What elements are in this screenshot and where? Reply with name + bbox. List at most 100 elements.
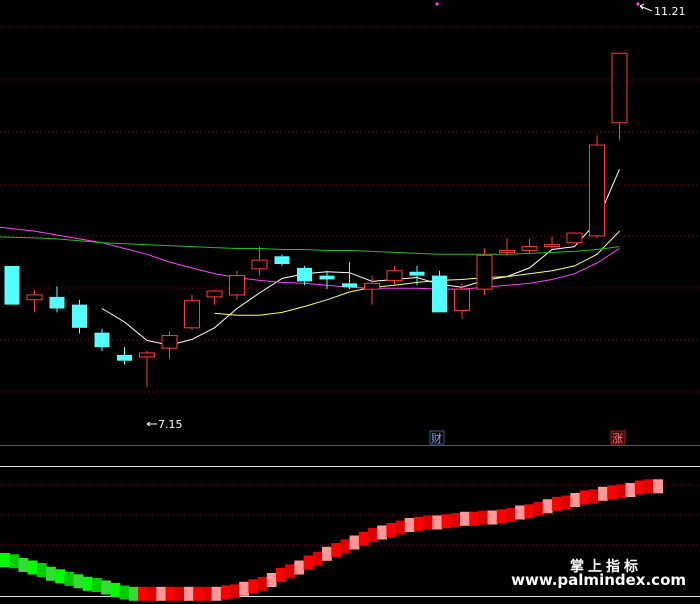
indicator-bar	[46, 566, 56, 581]
candle-body	[544, 244, 560, 248]
indicator-bar	[588, 489, 599, 504]
candle	[319, 270, 335, 290]
indicator-bar	[349, 535, 360, 550]
indicator-bar	[653, 479, 663, 494]
candle-body	[454, 288, 470, 311]
indicator-bar	[625, 483, 636, 497]
candle	[49, 286, 65, 313]
low-price-label: 7.15	[158, 418, 183, 431]
indicator-bar	[294, 560, 305, 575]
indicator-bar	[644, 479, 654, 494]
indicator-bar	[156, 586, 167, 601]
candle	[251, 246, 268, 276]
indicator-bar	[55, 569, 65, 584]
candle	[139, 351, 155, 387]
candle-body	[117, 354, 132, 361]
indicator-bar	[193, 586, 203, 601]
indicator-bar	[515, 505, 525, 520]
indicator-bar	[634, 480, 645, 495]
ma-line-ma5	[101, 169, 620, 346]
indicator-bar	[128, 586, 139, 601]
indicator-bar	[377, 525, 387, 540]
indicator-bar	[257, 576, 268, 591]
candle-body	[364, 282, 380, 290]
candle	[206, 290, 223, 305]
indicator-bar	[570, 493, 581, 507]
candle-body	[4, 265, 20, 305]
indicator-bar	[607, 485, 617, 500]
indicator-bar	[542, 499, 553, 514]
candle	[589, 135, 605, 238]
candle	[364, 275, 380, 305]
indicator-bar	[27, 560, 38, 575]
candle-body	[476, 254, 493, 290]
candle-body	[297, 267, 312, 282]
indicator-bar	[285, 564, 295, 579]
candle-body	[139, 352, 155, 358]
candle	[499, 237, 515, 257]
indicator-bar	[561, 495, 571, 510]
candle-body	[611, 52, 628, 124]
indicator-bar	[579, 490, 590, 505]
indicator-bar	[119, 585, 130, 600]
indicator-bar	[0, 553, 10, 567]
candle	[476, 248, 493, 295]
indicator-bar	[395, 520, 406, 535]
indicator-bar	[340, 539, 351, 554]
candle	[184, 294, 200, 330]
candle	[117, 347, 132, 365]
indicator-bar	[331, 543, 341, 557]
high-arrow-icon	[639, 3, 653, 12]
candle-body	[386, 270, 403, 281]
indicator-bar	[506, 508, 516, 522]
indicator-bar	[533, 501, 544, 516]
indicator-bar	[423, 515, 433, 530]
indicator-bar	[239, 581, 249, 596]
event-badge-label: 涨	[612, 432, 623, 445]
indicator-bar	[478, 510, 489, 525]
candle	[611, 52, 628, 141]
indicator-bar	[184, 586, 194, 601]
indicator-bar	[368, 528, 378, 542]
indicator-bar	[266, 573, 277, 587]
indicator-bar	[138, 586, 148, 601]
low-arrow-icon	[146, 421, 157, 427]
candle-body	[184, 300, 200, 329]
candle-body	[72, 304, 87, 328]
indicator-bar	[174, 586, 185, 601]
watermark-url: www.palmindex.com	[511, 571, 686, 589]
candle	[94, 328, 110, 352]
indicator-bar	[358, 531, 369, 546]
candle-body	[94, 332, 110, 348]
candle-body	[274, 256, 290, 264]
indicator-bar	[248, 579, 259, 594]
candle	[566, 232, 583, 244]
candle-body	[206, 290, 223, 298]
indicator-bar	[322, 546, 332, 561]
indicator-bar	[276, 568, 286, 582]
candle	[386, 265, 403, 286]
candle-body	[251, 259, 268, 270]
candle-body	[161, 335, 178, 349]
candle-body	[566, 232, 583, 244]
candle	[544, 236, 560, 249]
indicator-bar	[202, 586, 213, 601]
indicator-bar	[404, 518, 415, 532]
indicator-bar	[460, 511, 470, 526]
indicator-bar	[524, 504, 535, 519]
candle	[26, 290, 43, 313]
ma-line-ma60	[0, 236, 620, 255]
candle	[297, 265, 312, 286]
indicator-bar	[552, 496, 562, 511]
indicator-bar	[616, 484, 627, 499]
moving-average-lines	[0, 169, 620, 346]
indicator-bar	[312, 551, 323, 566]
indicator-bar	[496, 509, 507, 524]
indicator-bar	[73, 574, 84, 589]
candle-body	[26, 294, 43, 301]
indicator-bar	[432, 515, 443, 530]
indicator-bar	[165, 586, 176, 601]
indicator-bar	[110, 583, 121, 597]
indicator-bar	[441, 514, 452, 529]
indicator-bar	[64, 571, 75, 586]
